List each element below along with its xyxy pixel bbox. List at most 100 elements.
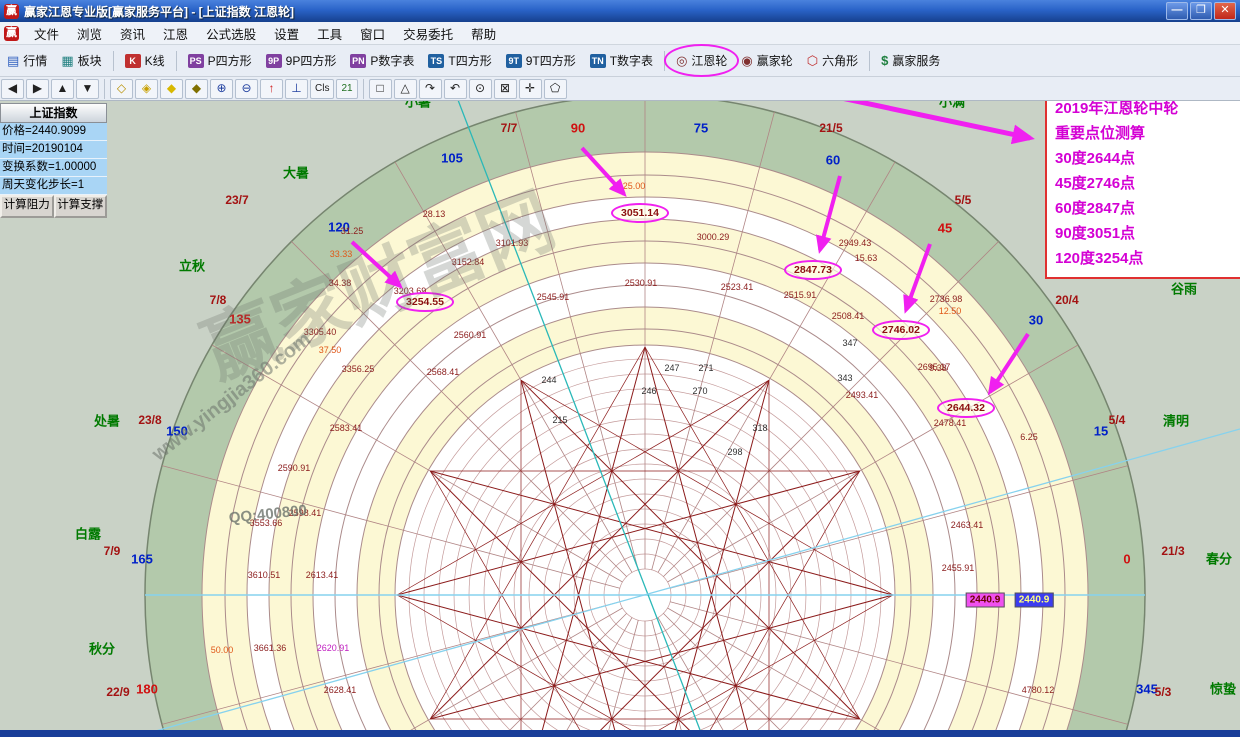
p-number-table-icon: PN bbox=[350, 54, 366, 68]
app-logo-icon: 赢 bbox=[4, 26, 19, 41]
toolbar-item-p-square[interactable]: PSP四方形 bbox=[183, 48, 257, 73]
diamond-dot-icon[interactable]: ◈ bbox=[135, 79, 158, 99]
hexagon-icon: ⬡ bbox=[807, 54, 818, 68]
sectors-icon: ▦ bbox=[61, 54, 73, 68]
minimize-button[interactable]: — bbox=[1166, 2, 1188, 20]
calendar-icon[interactable]: 21 bbox=[336, 79, 357, 99]
window-title: 赢家江恩专业版[赢家服务平台] - [上证指数 江恩轮] bbox=[24, 3, 1166, 20]
toolbar-item-winner-service[interactable]: $赢家服务 bbox=[876, 48, 945, 73]
toolbar-separator bbox=[363, 79, 364, 99]
winner-service-icon: $ bbox=[881, 54, 888, 68]
toolbar-separator bbox=[104, 79, 105, 99]
annotation-line-6: 120度3254点 bbox=[1055, 246, 1240, 271]
toolbar-item-label: P数字表 bbox=[370, 52, 414, 69]
nav-up-icon[interactable]: ▲ bbox=[51, 79, 74, 99]
toolbar-separator bbox=[176, 51, 177, 71]
app-window: 赢 赢家江恩专业版[赢家服务平台] - [上证指数 江恩轮] — ❐ ✕ 赢 文… bbox=[0, 0, 1240, 737]
menu-item-6[interactable]: 工具 bbox=[308, 22, 351, 45]
t-number-table-icon: TN bbox=[590, 54, 606, 68]
zoom-out-icon[interactable]: ⊖ bbox=[235, 79, 258, 99]
triangle-tool-icon[interactable]: △ bbox=[394, 79, 417, 99]
status-bar bbox=[0, 730, 1240, 737]
toolbar-item-quotes[interactable]: ▤行情 bbox=[2, 48, 52, 73]
annotation-line-2: 30度2644点 bbox=[1055, 146, 1240, 171]
info-field-1: 时间=20190104 bbox=[0, 141, 107, 159]
lasso-tool-icon[interactable]: ⬠ bbox=[544, 79, 567, 99]
kline-icon: K bbox=[125, 54, 141, 68]
9t-square-icon: 9T bbox=[506, 54, 522, 68]
toolbar-separator bbox=[664, 51, 665, 71]
diamond-yellow-icon[interactable]: ◆ bbox=[160, 79, 183, 99]
toolbar-item-label: 9T四方形 bbox=[526, 52, 576, 69]
winner-wheel-icon: ◉ bbox=[741, 54, 752, 68]
toolbar-item-label: 行情 bbox=[23, 52, 47, 69]
menu-item-9[interactable]: 帮助 bbox=[462, 22, 505, 45]
menu-item-3[interactable]: 江恩 bbox=[154, 22, 197, 45]
nav-left-icon[interactable]: ◀ bbox=[1, 79, 24, 99]
toolbar-separator bbox=[113, 51, 114, 71]
rotate-cw-icon[interactable]: ↷ bbox=[419, 79, 442, 99]
diamond-outline-icon[interactable]: ◇ bbox=[110, 79, 133, 99]
zoom-in-icon[interactable]: ⊕ bbox=[210, 79, 233, 99]
menu-bar: 赢 文件浏览资讯江恩公式选股设置工具窗口交易委托帮助 bbox=[0, 22, 1240, 45]
menu-item-1[interactable]: 浏览 bbox=[68, 22, 111, 45]
annotation-line-4: 60度2847点 bbox=[1055, 196, 1240, 221]
app-logo-icon: 赢 bbox=[4, 4, 19, 19]
info-panel: 上证指数 价格=2440.9099时间=20190104变换系数=1.00000… bbox=[0, 103, 107, 218]
rotate-ccw-icon[interactable]: ↶ bbox=[444, 79, 467, 99]
window-controls: — ❐ ✕ bbox=[1166, 2, 1236, 20]
calc-support-button[interactable]: 计算支撑 bbox=[54, 195, 108, 218]
toolbar-item-t-number-table[interactable]: TN T数字表 bbox=[585, 48, 658, 73]
toolbar-item-label: 9P四方形 bbox=[286, 52, 337, 69]
cls-button[interactable]: Cls bbox=[310, 79, 334, 99]
move-tool-icon[interactable]: ✛ bbox=[519, 79, 542, 99]
drawing-toolbar: ◀▶▲▼◇◈◆◆⊕⊖↑⊥Cls21□△↷↶⊙⊠✛⬠ bbox=[0, 77, 1240, 101]
annotation-box: 2019年江恩轮中轮重要点位测算30度2644点45度2746点60度2847点… bbox=[1045, 88, 1240, 279]
main-toolbar: ▤行情 ▦ 板块 K K线 PSP四方形 9P 9P四方形 PN P数字表 TS T四方形 9T 9T四方… bbox=[0, 45, 1240, 77]
info-field-3: 周天变化步长=1 bbox=[0, 177, 107, 195]
menu-item-8[interactable]: 交易委托 bbox=[394, 22, 462, 45]
menu-item-7[interactable]: 窗口 bbox=[351, 22, 394, 45]
info-field-0: 价格=2440.9099 bbox=[0, 123, 107, 141]
filter-icon[interactable]: ▼ bbox=[76, 79, 99, 99]
menu-item-4[interactable]: 公式选股 bbox=[197, 22, 265, 45]
perpendicular-icon[interactable]: ⊥ bbox=[285, 79, 308, 99]
red-arrow-icon[interactable]: ↑ bbox=[260, 79, 283, 99]
close-button[interactable]: ✕ bbox=[1214, 2, 1236, 20]
title-bar: 赢 赢家江恩专业版[赢家服务平台] - [上证指数 江恩轮] — ❐ ✕ bbox=[0, 0, 1240, 22]
menu-item-5[interactable]: 设置 bbox=[265, 22, 308, 45]
toolbar-item-label: 江恩轮 bbox=[691, 52, 727, 69]
toolbar-separator bbox=[869, 51, 870, 71]
toolbar-item-9t-square[interactable]: 9T 9T四方形 bbox=[501, 48, 581, 73]
toolbar-item-hexagon[interactable]: ⬡ 六角形 bbox=[802, 48, 863, 73]
toolbar-item-winner-wheel[interactable]: ◉ 赢家轮 bbox=[736, 48, 797, 73]
index-name-label: 上证指数 bbox=[0, 103, 107, 123]
menu-item-2[interactable]: 资讯 bbox=[111, 22, 154, 45]
close-box-icon[interactable]: ⊠ bbox=[494, 79, 517, 99]
toolbar-item-p-number-table[interactable]: PN P数字表 bbox=[345, 48, 419, 73]
toolbar-item-label: 板块 bbox=[78, 52, 102, 69]
toolbar-item-kline[interactable]: K K线 bbox=[120, 48, 170, 73]
toolbar-item-9p-square[interactable]: 9P 9P四方形 bbox=[261, 48, 342, 73]
9p-square-icon: 9P bbox=[266, 54, 282, 68]
gann-wheel-icon: ◎ bbox=[676, 54, 687, 68]
circle-tool-icon[interactable]: ⊙ bbox=[469, 79, 492, 99]
maximize-button[interactable]: ❐ bbox=[1190, 2, 1212, 20]
rect-tool-icon[interactable]: □ bbox=[369, 79, 392, 99]
calc-resistance-button[interactable]: 计算阻力 bbox=[0, 195, 54, 218]
info-field-2: 变换系数=1.00000 bbox=[0, 159, 107, 177]
nav-right-icon[interactable]: ▶ bbox=[26, 79, 49, 99]
annotation-line-3: 45度2746点 bbox=[1055, 171, 1240, 196]
toolbar-item-label: K线 bbox=[145, 52, 165, 69]
diamond-dark-icon[interactable]: ◆ bbox=[185, 79, 208, 99]
toolbar-item-label: 六角形 bbox=[822, 52, 858, 69]
toolbar-item-t-square[interactable]: TS T四方形 bbox=[423, 48, 496, 73]
toolbar-item-gann-wheel[interactable]: ◎ 江恩轮 bbox=[671, 48, 732, 73]
toolbar-item-sectors[interactable]: ▦ 板块 bbox=[56, 48, 106, 73]
annotation-line-1: 重要点位测算 bbox=[1055, 121, 1240, 146]
toolbar-item-label: T四方形 bbox=[448, 52, 491, 69]
toolbar-item-label: 赢家轮 bbox=[757, 52, 793, 69]
menu-item-0[interactable]: 文件 bbox=[25, 22, 68, 45]
t-square-icon: TS bbox=[428, 54, 444, 68]
toolbar-item-label: T数字表 bbox=[610, 52, 653, 69]
